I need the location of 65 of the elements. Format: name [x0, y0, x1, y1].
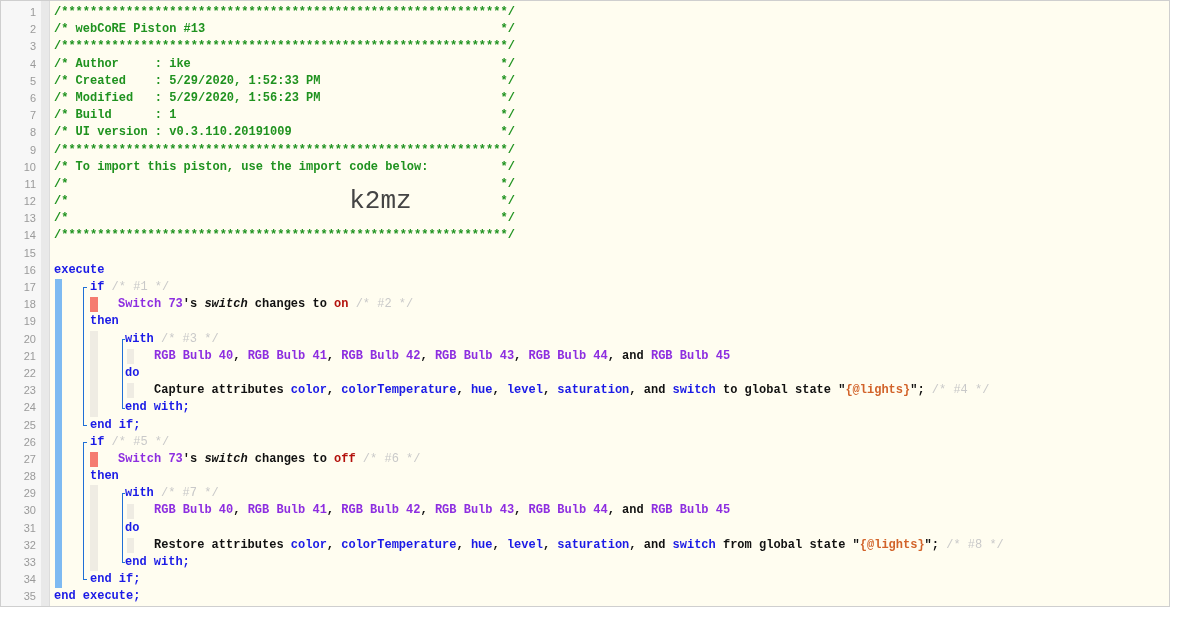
line-number: 26 [22, 434, 37, 450]
line-number: 33 [22, 555, 37, 570]
line-number: 28 [22, 469, 37, 485]
line-number: 31 [22, 520, 37, 536]
line-number: 8 [28, 125, 37, 141]
code-line: execute [54, 261, 105, 279]
code-line: /**************************************************************/ [54, 141, 515, 159]
code-line: /* Modified : 5/29/2020, 1:56:23 PM */ [54, 89, 515, 107]
line-number: 35 [22, 589, 37, 605]
line-number: 12 [22, 194, 37, 210]
line-number: 27 [22, 451, 37, 467]
line-number: 21 [22, 348, 37, 364]
line-number: 2 [28, 22, 37, 38]
line-number: 7 [28, 108, 37, 124]
block-bracket [122, 493, 125, 564]
line-number: 23 [22, 383, 37, 399]
line-number: 22 [22, 365, 37, 381]
line-number: 14 [22, 228, 37, 244]
line-number: 13 [22, 211, 37, 227]
line-number: 5 [28, 73, 37, 89]
condition-marker [90, 451, 98, 467]
code-line: /**************************************************************/ [54, 38, 515, 56]
line-number: 18 [22, 297, 37, 313]
code-line: end execute; [54, 588, 141, 606]
code-line: /* UI version : v0.3.110.20191009 */ [54, 124, 515, 142]
line-number: 34 [22, 572, 37, 588]
line-number: 19 [22, 314, 37, 330]
line-number: 29 [22, 486, 37, 502]
code-line: /* */ [54, 210, 515, 228]
block-bracket [122, 338, 125, 409]
line-number: 11 [23, 176, 37, 192]
line-number: 16 [22, 262, 37, 278]
line-number: 32 [22, 537, 37, 553]
code-line: then [90, 313, 119, 331]
code-line: do [125, 364, 140, 382]
code-line: end with; [125, 399, 190, 417]
condition-marker [90, 297, 98, 313]
code-line: /**************************************************************/ [54, 4, 515, 21]
line-number: 25 [22, 417, 37, 433]
line-number: 24 [22, 400, 37, 416]
code-line: RGB Bulb 40, RGB Bulb 41, RGB Bulb 42, RGB Bulb 43, RGB Bulb 44, and RGB Bulb 45 [154, 502, 731, 520]
comment-text: */ [500, 193, 515, 211]
code-line: end if; [90, 571, 141, 589]
line-number: 20 [22, 331, 37, 347]
code-line: then [90, 468, 119, 486]
line-number: 17 [22, 280, 37, 295]
line-number: 10 [22, 159, 37, 175]
line-number: 15 [22, 245, 37, 261]
code-line: /**************************************************************/ [54, 227, 515, 245]
line-number: 4 [28, 56, 37, 72]
line-number: 6 [28, 90, 37, 106]
comment-text: /* [54, 193, 69, 211]
code-line: end with; [125, 554, 190, 571]
code-line: /* Build : 1 */ [54, 107, 515, 125]
code-line: do [125, 519, 140, 537]
code-line: /* webCoRE Piston #13 */ [54, 21, 515, 39]
code-line: RGB Bulb 40, RGB Bulb 41, RGB Bulb 42, RGB Bulb 43, RGB Bulb 44, and RGB Bulb 45 [154, 347, 731, 365]
code-line: /* Author : ike */ [54, 55, 515, 73]
line-number: 30 [22, 503, 37, 519]
code-line: end if; [90, 416, 141, 434]
code-line: /* Created : 5/29/2020, 1:52:33 PM */ [54, 72, 515, 90]
line-number: 3 [28, 39, 37, 55]
code-line: /* To import this piston, use the import code below: */ [54, 158, 515, 176]
line-number: 9 [28, 142, 37, 158]
line-number: 1 [28, 5, 37, 20]
